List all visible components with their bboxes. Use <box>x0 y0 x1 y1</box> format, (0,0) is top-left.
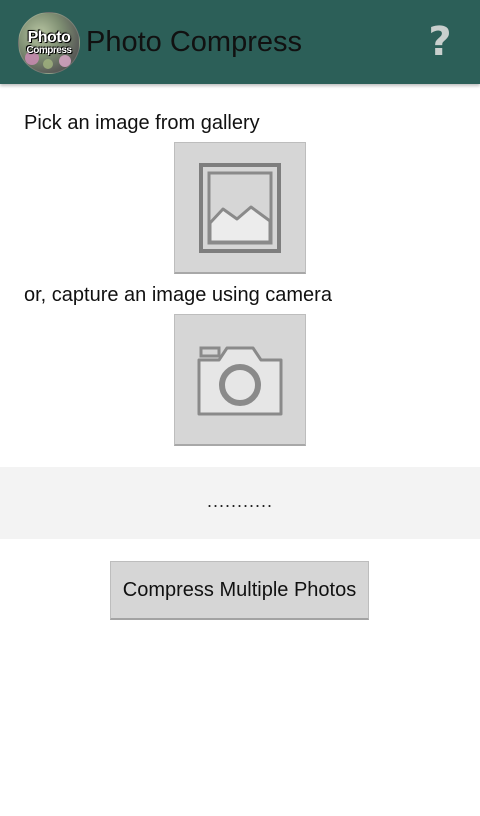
status-strip: ........... <box>0 467 480 539</box>
pick-from-gallery-button[interactable] <box>174 142 306 274</box>
gallery-label: Pick an image from gallery <box>24 112 260 134</box>
app-screen: Photo Compress Photo Compress ? Pick an … <box>0 0 480 816</box>
camera-icon <box>197 346 283 415</box>
capture-with-camera-button[interactable] <box>174 314 306 446</box>
logo-petal <box>59 55 71 67</box>
logo-text-compress: Compress <box>26 45 72 56</box>
action-bar: Photo Compress Photo Compress ? <box>0 0 480 84</box>
compress-multiple-photos-button[interactable]: Compress Multiple Photos <box>110 561 369 620</box>
camera-label: or, capture an image using camera <box>24 284 332 306</box>
app-title: Photo Compress <box>86 26 302 58</box>
help-icon: ? <box>428 19 452 65</box>
status-text: ........... <box>206 491 273 511</box>
image-gallery-icon <box>199 162 281 253</box>
help-button[interactable]: ? <box>420 18 460 66</box>
app-logo: Photo Compress <box>18 12 80 74</box>
logo-petal <box>43 59 53 69</box>
logo-text-photo: Photo <box>27 29 71 46</box>
